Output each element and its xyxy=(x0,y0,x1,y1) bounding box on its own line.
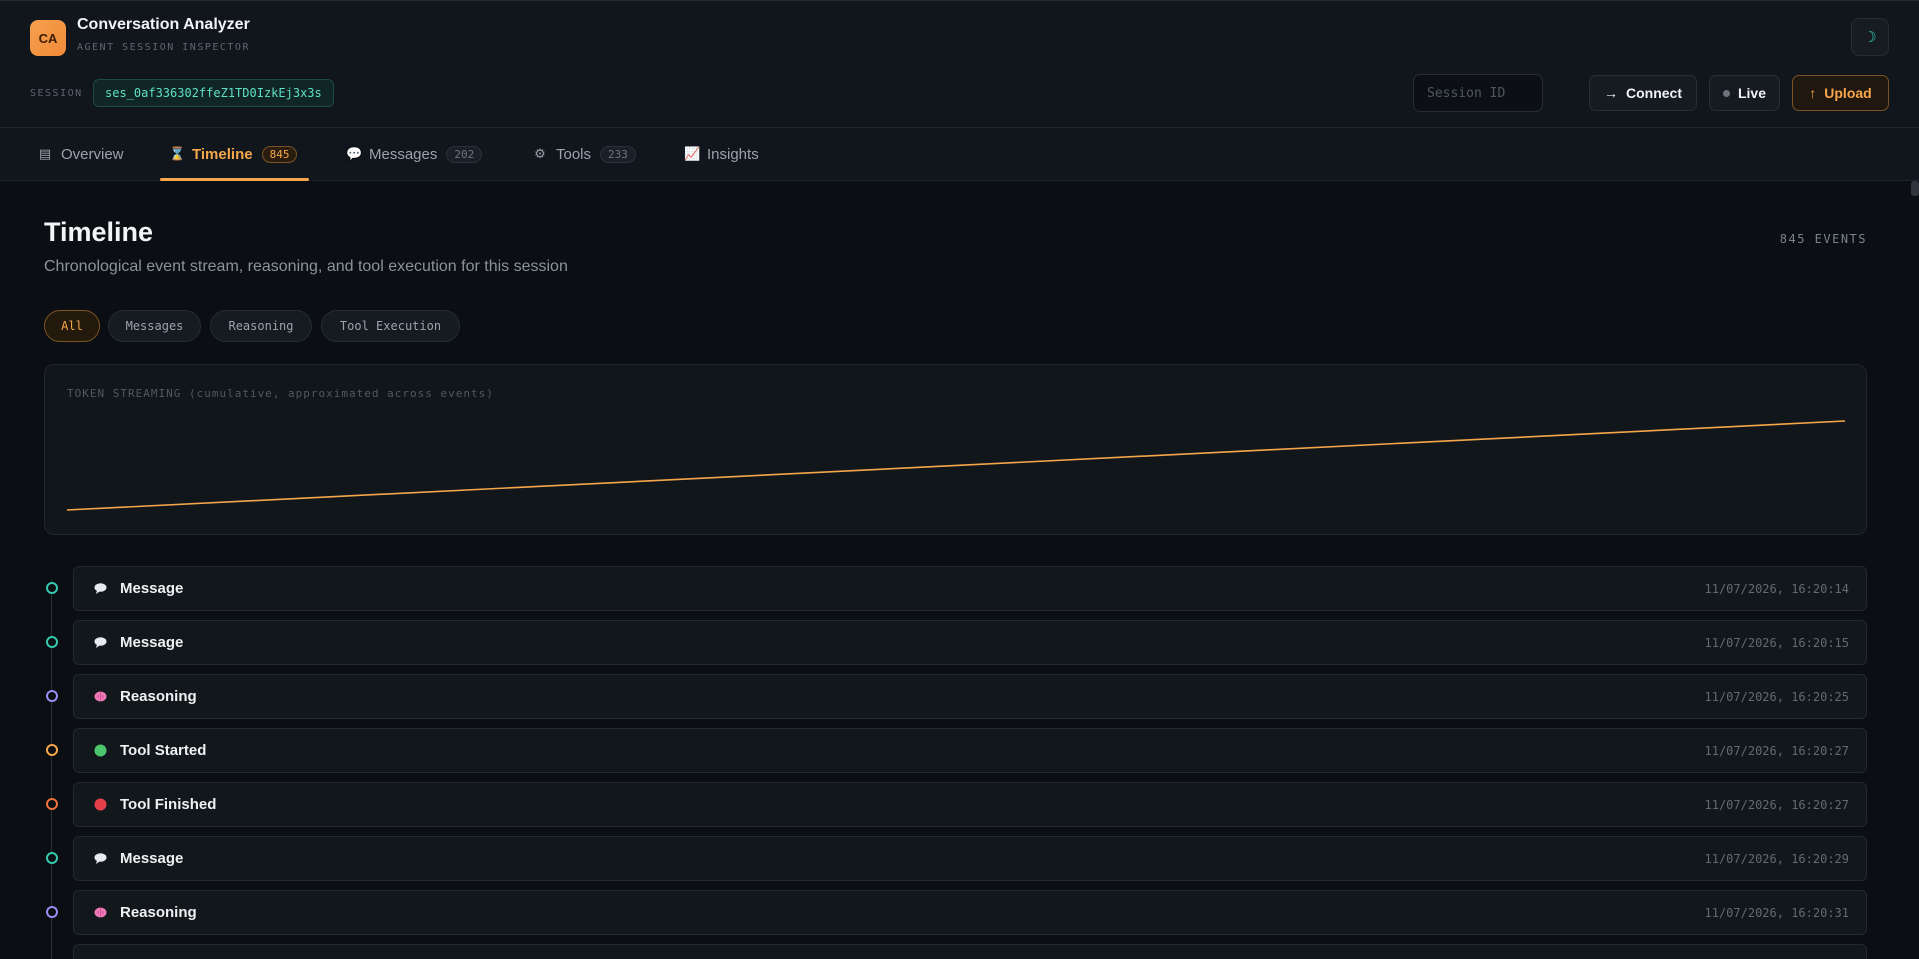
session-id-chip[interactable]: ses_0af336302ffeZ1TD0IzkEj3x3s xyxy=(93,79,334,107)
app-subtitle: AGENT SESSION INSPECTOR xyxy=(77,42,250,53)
timeline-event: Message 11/07/2026, 16:20:15 xyxy=(0,620,1919,666)
event-timestamp: 11/07/2026, 16:20:14 xyxy=(1704,581,1850,596)
filter-all[interactable]: All xyxy=(44,310,100,342)
timeline-dot-icon xyxy=(46,690,58,702)
tab-messages[interactable]: 💬 Messages 202 xyxy=(346,128,483,180)
event-count: 845 EVENTS xyxy=(1779,232,1867,246)
live-label: Live xyxy=(1737,85,1766,101)
timeline-event: Tool Finished 11/07/2026, 16:20:27 xyxy=(0,782,1919,828)
red-circle-icon xyxy=(94,798,107,811)
timeline-event: Message 11/07/2026, 16:20:29 xyxy=(0,836,1919,882)
timeline-event xyxy=(0,944,1919,959)
filter-reasoning[interactable]: Reasoning xyxy=(210,310,312,342)
event-timestamp: 11/07/2026, 16:20:27 xyxy=(1704,743,1850,758)
app-header: CA Conversation Analyzer AGENT SESSION I… xyxy=(0,0,1919,128)
event-timestamp: 11/07/2026, 16:20:31 xyxy=(1704,905,1850,920)
event-timestamp: 11/07/2026, 16:20:25 xyxy=(1704,689,1850,704)
theme-toggle-button[interactable]: ☽ xyxy=(1851,18,1889,56)
app-title: Conversation Analyzer xyxy=(77,16,250,33)
timeline-dot-icon xyxy=(46,744,58,756)
page-title: Timeline xyxy=(44,217,154,247)
speech-bubble-icon xyxy=(94,582,107,595)
timeline-event: Message 11/07/2026, 16:20:14 xyxy=(0,566,1919,612)
event-label: Tool Finished xyxy=(120,796,217,813)
connect-button[interactable]: → Connect xyxy=(1589,75,1697,111)
tab-insights[interactable]: 📈 Insights xyxy=(684,128,759,180)
timeline-dot-icon xyxy=(46,906,58,918)
live-button[interactable]: Live xyxy=(1709,75,1780,111)
timeline-dot-icon xyxy=(46,582,58,594)
chart-increasing-icon: 📈 xyxy=(684,146,701,161)
event-card[interactable]: Tool Finished 11/07/2026, 16:20:27 xyxy=(73,782,1867,827)
arrow-up-icon: ↑ xyxy=(1809,85,1817,101)
timeline-event: Reasoning 11/07/2026, 16:20:31 xyxy=(0,890,1919,936)
timeline-dot-icon xyxy=(46,798,58,810)
arrow-right-icon: → xyxy=(1604,85,1618,101)
timeline-dot-icon xyxy=(46,852,58,864)
upload-label: Upload xyxy=(1824,85,1872,101)
chart-plot xyxy=(66,420,1846,511)
session-label: SESSION xyxy=(30,88,83,99)
tab-label: Messages xyxy=(369,145,438,163)
speech-bubble-icon xyxy=(94,636,107,649)
app-logo: CA xyxy=(30,20,66,56)
tab-badge: 202 xyxy=(446,145,483,163)
tab-bar: ▤ Overview ⌛ Timeline 845 💬 Messages 202… xyxy=(0,128,1919,181)
overview-icon: ▤ xyxy=(38,146,52,161)
tab-badge: 233 xyxy=(600,145,636,163)
token-streaming-line xyxy=(66,420,1846,511)
tab-badge: 845 xyxy=(261,145,298,163)
tab-label: Overview xyxy=(61,145,124,163)
tab-tools[interactable]: ⚙ Tools 233 xyxy=(533,128,636,180)
event-card[interactable]: Tool Started 11/07/2026, 16:20:27 xyxy=(73,728,1867,773)
event-timestamp: 11/07/2026, 16:20:27 xyxy=(1704,797,1850,812)
gear-icon: ⚙ xyxy=(534,146,546,161)
event-timestamp: 11/07/2026, 16:20:29 xyxy=(1704,851,1850,866)
event-label: Reasoning xyxy=(120,688,197,705)
event-card[interactable]: Reasoning 11/07/2026, 16:20:31 xyxy=(73,890,1867,935)
event-card[interactable]: Message 11/07/2026, 16:20:15 xyxy=(73,620,1867,665)
event-card[interactable] xyxy=(73,944,1867,959)
event-label: Message xyxy=(120,850,184,867)
event-card[interactable]: Message 11/07/2026, 16:20:29 xyxy=(73,836,1867,881)
timeline-dot-icon xyxy=(46,636,58,648)
brain-icon xyxy=(94,690,107,703)
event-timestamp: 11/07/2026, 16:20:15 xyxy=(1704,635,1850,650)
token-streaming-chart: TOKEN STREAMING (cumulative, approximate… xyxy=(44,364,1867,535)
timeline-event: Reasoning 11/07/2026, 16:20:25 xyxy=(0,674,1919,720)
tab-overview[interactable]: ▤ Overview xyxy=(38,128,124,180)
speech-bubble-icon xyxy=(94,852,107,865)
brain-icon xyxy=(94,906,107,919)
timeline-event: Tool Started 11/07/2026, 16:20:27 xyxy=(0,728,1919,774)
filter-tool-execution[interactable]: Tool Execution xyxy=(321,310,460,342)
event-card[interactable]: Reasoning 11/07/2026, 16:20:25 xyxy=(73,674,1867,719)
event-label: Tool Started xyxy=(120,742,207,759)
hourglass-icon: ⌛ xyxy=(169,146,186,161)
event-card[interactable]: Message 11/07/2026, 16:20:14 xyxy=(73,566,1867,611)
session-id-input[interactable] xyxy=(1413,74,1543,112)
connect-label: Connect xyxy=(1626,85,1682,101)
tab-label: Timeline xyxy=(192,145,253,163)
event-label: Reasoning xyxy=(120,904,197,921)
speech-bubble-icon: 💬 xyxy=(346,146,363,161)
tab-label: Tools xyxy=(556,145,592,163)
main-content: Timeline Chronological event stream, rea… xyxy=(0,181,1919,959)
page-subtitle: Chronological event stream, reasoning, a… xyxy=(44,258,568,275)
event-label: Message xyxy=(120,634,184,651)
green-circle-icon xyxy=(94,744,107,757)
tab-timeline[interactable]: ⌛ Timeline 845 xyxy=(169,128,298,180)
tab-label: Insights xyxy=(707,145,759,163)
upload-button[interactable]: ↑ Upload xyxy=(1792,75,1889,111)
moon-icon: ☽ xyxy=(1863,29,1877,46)
scrollbar-thumb[interactable] xyxy=(1911,181,1919,196)
filter-messages[interactable]: Messages xyxy=(108,310,201,342)
live-status-dot-icon xyxy=(1722,89,1730,97)
event-label: Message xyxy=(120,580,184,597)
